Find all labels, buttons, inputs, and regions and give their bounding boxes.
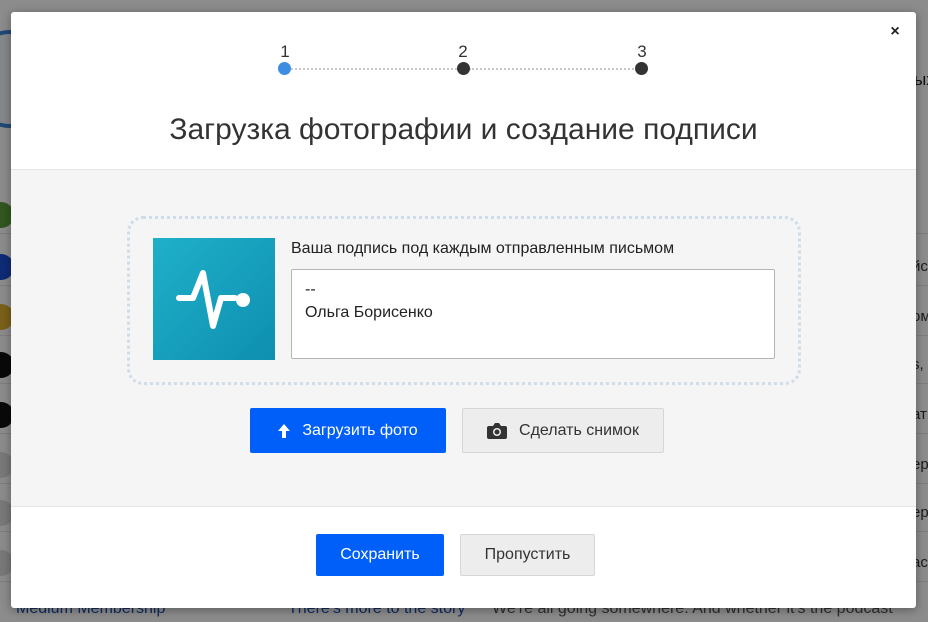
signature-line: Ольга Борисенко — [305, 304, 433, 321]
pulse-icon — [176, 270, 250, 329]
take-snapshot-label: Сделать снимок — [519, 421, 639, 439]
upload-photo-label: Загрузить фото — [302, 421, 418, 439]
step-connector — [469, 68, 641, 70]
dialog-title: Загрузка фотографии и создание подписи — [169, 113, 758, 146]
dialog-body: Ваша подпись под каждым отправленным пис… — [11, 169, 916, 507]
step-dot-3 — [635, 62, 648, 75]
avatar-preview[interactable] — [153, 238, 275, 360]
signature-setup-dialog: × 1 2 3 Загрузка фотографии и создание п… — [11, 12, 916, 608]
upload-photo-button[interactable]: Загрузить фото — [250, 408, 446, 453]
signature-line: -- — [305, 281, 316, 298]
save-button[interactable]: Сохранить — [316, 534, 444, 576]
step-connector — [291, 68, 461, 70]
arrow-up-icon — [278, 423, 291, 438]
signature-label: Ваша подпись под каждым отправленным пис… — [291, 240, 675, 257]
camera-icon — [487, 422, 508, 439]
step-dot-1 — [278, 62, 291, 75]
take-snapshot-button[interactable]: Сделать снимок — [462, 408, 664, 453]
step-dot-2 — [457, 62, 470, 75]
stepper: 1 2 3 — [11, 12, 916, 92]
skip-button[interactable]: Пропустить — [460, 534, 595, 576]
step-number-3: 3 — [637, 42, 647, 61]
step-number-1: 1 — [280, 42, 290, 61]
signature-textarea[interactable]: -- Ольга Борисенко — [291, 269, 775, 359]
step-number-2: 2 — [458, 42, 468, 61]
